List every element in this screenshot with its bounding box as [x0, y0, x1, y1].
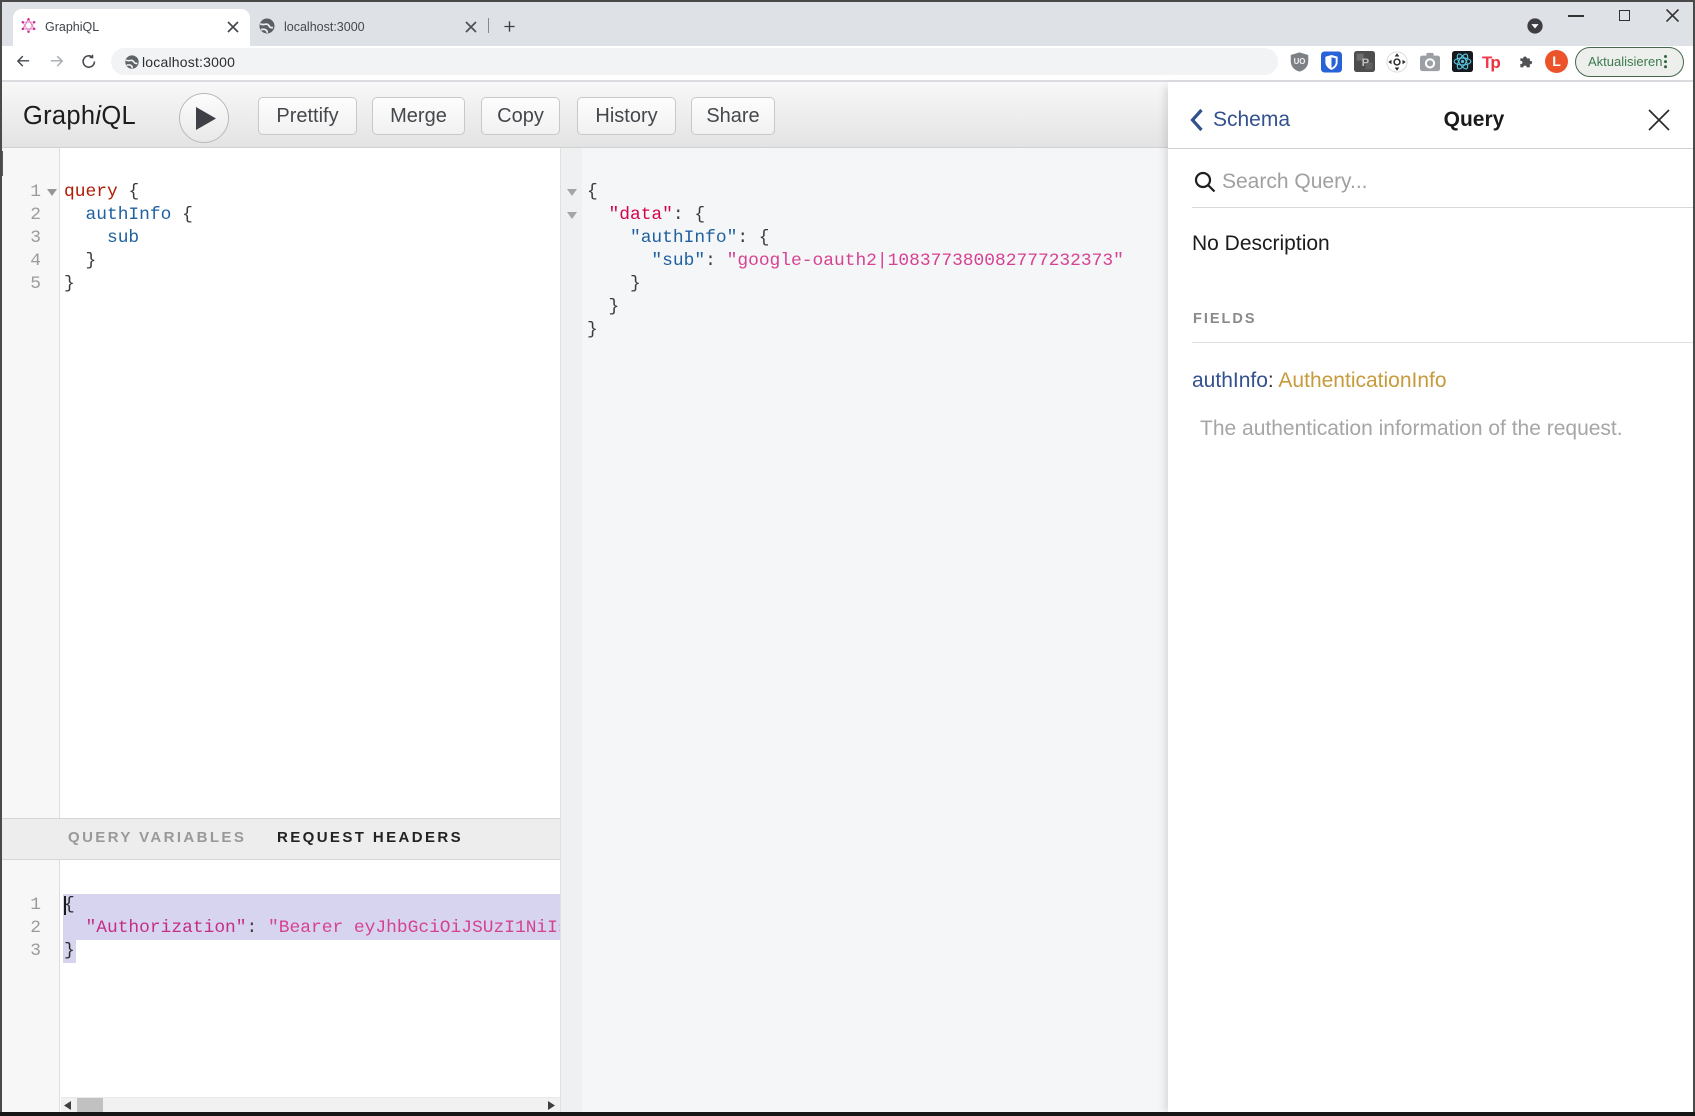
- svg-text:P: P: [1362, 57, 1370, 69]
- svg-text:UO: UO: [1294, 57, 1306, 66]
